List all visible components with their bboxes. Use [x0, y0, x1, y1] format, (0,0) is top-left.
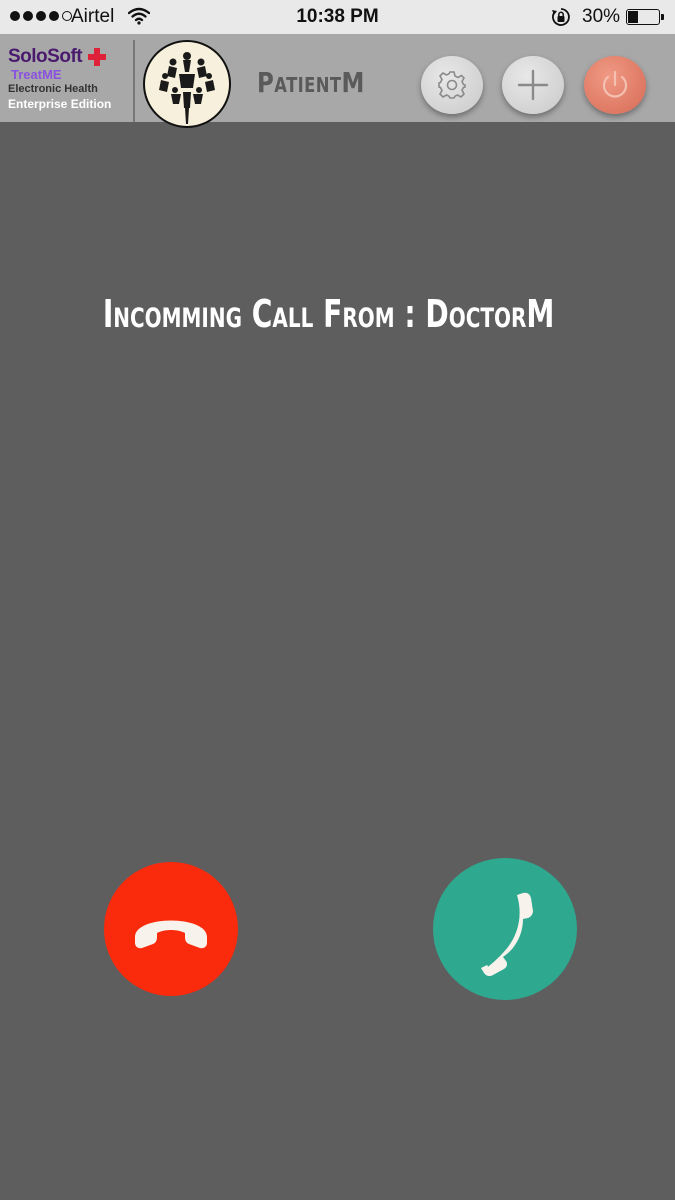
status-bar: Airtel 10:38 PM 30% [0, 0, 675, 34]
power-icon [602, 70, 628, 98]
avatar-illustration-icon [159, 52, 215, 124]
add-button[interactable] [502, 56, 564, 114]
decline-call-button[interactable] [104, 862, 238, 996]
battery-level-fill [628, 11, 638, 23]
brand-edition: Enterprise Edition [8, 97, 112, 111]
brand-product: TreatME [11, 67, 62, 82]
clock-time: 10:38 PM [296, 6, 379, 27]
brand-tagline: Electronic Health [8, 83, 98, 95]
plus-icon [517, 69, 549, 101]
phone-hangup-icon [135, 920, 207, 949]
phone-answer-icon [481, 892, 533, 977]
battery-percent: 30% [582, 6, 621, 27]
battery-icon [626, 9, 664, 25]
user-name: PatientM [257, 66, 365, 99]
incoming-call-text: Incomming Call From : DoctorM [102, 292, 555, 336]
rotation-lock-icon [551, 7, 571, 33]
incoming-call-message: Incomming Call From : DoctorM [88, 292, 588, 336]
gear-icon [438, 71, 466, 99]
brand-logo: SoloSoft TreatME Electronic Health Enter… [8, 46, 132, 111]
header-divider [133, 40, 135, 122]
app-header: SoloSoft TreatME Electronic Health Enter… [0, 34, 675, 128]
brand-name: SoloSoft [8, 46, 83, 67]
accept-call-button[interactable] [433, 858, 577, 1000]
incoming-call-screen: Airtel 10:38 PM 30% SoloSoft TreatME Ele… [0, 0, 675, 1200]
settings-button[interactable] [421, 56, 483, 114]
medical-cross-icon [88, 48, 107, 66]
brand-name-row: SoloSoft [8, 46, 132, 68]
power-button[interactable] [584, 56, 646, 114]
avatar[interactable] [143, 40, 231, 128]
